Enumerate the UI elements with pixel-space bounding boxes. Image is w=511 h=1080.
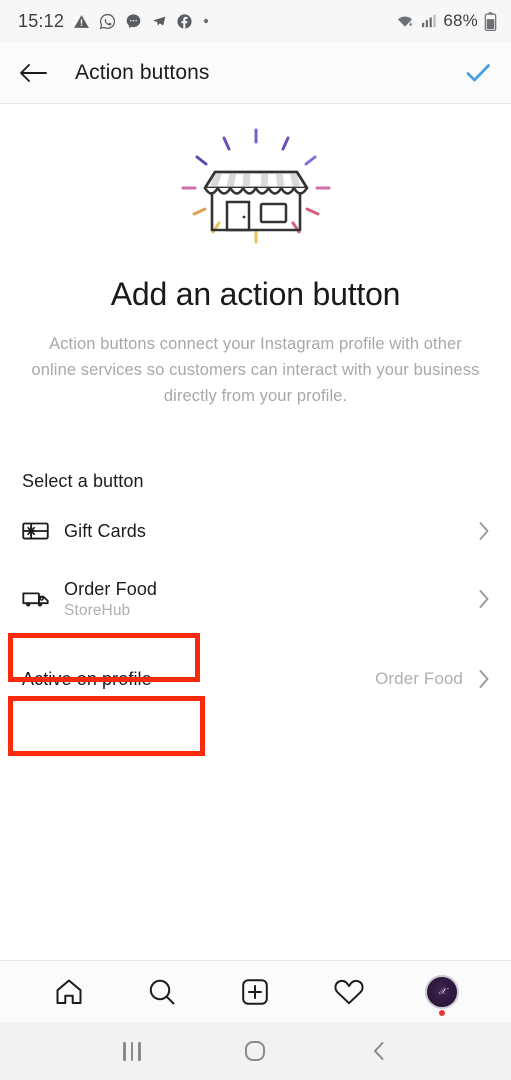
page-title: Action buttons <box>75 60 210 84</box>
list-item-subtitle: StoreHub <box>64 601 131 619</box>
chevron-right-icon <box>477 520 491 542</box>
storefront-illustration-wrap <box>0 104 511 256</box>
profile-avatar-icon: 𝒳 <box>425 974 460 1016</box>
gift-card-icon <box>22 520 64 542</box>
content-area: Add an action button Action buttons conn… <box>0 104 511 960</box>
list-item-text: Gift Cards <box>64 521 477 542</box>
list-item-title: Order Food <box>64 578 158 599</box>
tab-home[interactable] <box>42 965 96 1019</box>
hero-title: Add an action button <box>110 276 401 312</box>
search-icon <box>147 977 177 1007</box>
list-item-text: Order Food StoreHub <box>64 579 477 620</box>
list-item-gift-cards[interactable]: Gift Cards <box>0 506 511 556</box>
warning-triangle-icon <box>73 13 90 30</box>
instagram-tab-bar: 𝒳 <box>0 960 511 1022</box>
back-chevron-icon <box>370 1040 388 1062</box>
chevron-right-icon <box>477 668 491 690</box>
avatar-monogram: 𝒳 <box>438 986 447 996</box>
tab-create[interactable] <box>228 965 282 1019</box>
battery-icon <box>484 11 497 31</box>
action-button-list: Gift Cards Order Food StoreHub Active on… <box>0 506 511 704</box>
storefront-illustration <box>161 126 351 256</box>
android-nav-bar <box>0 1022 511 1080</box>
active-on-profile-value: Order Food <box>375 669 463 688</box>
tab-search[interactable] <box>135 965 189 1019</box>
checkmark-icon[interactable] <box>463 60 493 86</box>
facebook-icon <box>176 13 193 30</box>
recents-icon <box>123 1041 141 1061</box>
dot-icon <box>202 17 210 25</box>
tab-profile[interactable]: 𝒳 <box>415 965 469 1019</box>
delivery-truck-icon <box>22 588 64 610</box>
home-icon <box>54 977 84 1007</box>
home-button[interactable] <box>228 1031 282 1071</box>
tab-activity[interactable] <box>322 965 376 1019</box>
paper-plane-icon <box>151 13 167 29</box>
list-item-order-food[interactable]: Order Food StoreHub <box>0 570 511 628</box>
status-bar-left: 15:12 <box>18 11 210 32</box>
recents-button[interactable] <box>105 1031 159 1071</box>
active-on-profile-label: Active on profile <box>22 668 152 689</box>
select-a-button-label: Select a button <box>22 471 144 491</box>
arrow-left-icon[interactable] <box>18 61 48 85</box>
status-time: 15:12 <box>18 10 65 31</box>
back-button[interactable] <box>352 1031 406 1071</box>
annotation-box-order-food <box>8 696 205 756</box>
active-on-profile-text: Active on profile <box>22 669 375 690</box>
battery-percent-label: 68% <box>443 11 478 30</box>
notification-dot-icon <box>439 1009 446 1016</box>
phone-screen: 15:12 68% Action buttons Add an action b… <box>0 0 511 1080</box>
messenger-chat-icon <box>125 13 142 30</box>
hero-description: Action buttons connect your Instagram pr… <box>31 335 480 405</box>
list-item-active-on-profile[interactable]: Active on profile Order Food <box>0 654 511 704</box>
whatsapp-icon <box>99 13 116 30</box>
add-post-icon <box>240 977 270 1007</box>
cellular-signal-icon <box>421 13 437 29</box>
chevron-right-icon <box>477 588 491 610</box>
avatar: 𝒳 <box>425 974 460 1009</box>
wifi-icon <box>395 13 415 30</box>
list-item-title: Gift Cards <box>64 520 147 541</box>
app-header: Action buttons <box>0 42 511 104</box>
heart-icon <box>333 977 365 1007</box>
status-bar: 15:12 68% <box>0 0 511 42</box>
status-bar-right: 68% <box>395 11 497 31</box>
home-circle-icon <box>244 1040 266 1062</box>
